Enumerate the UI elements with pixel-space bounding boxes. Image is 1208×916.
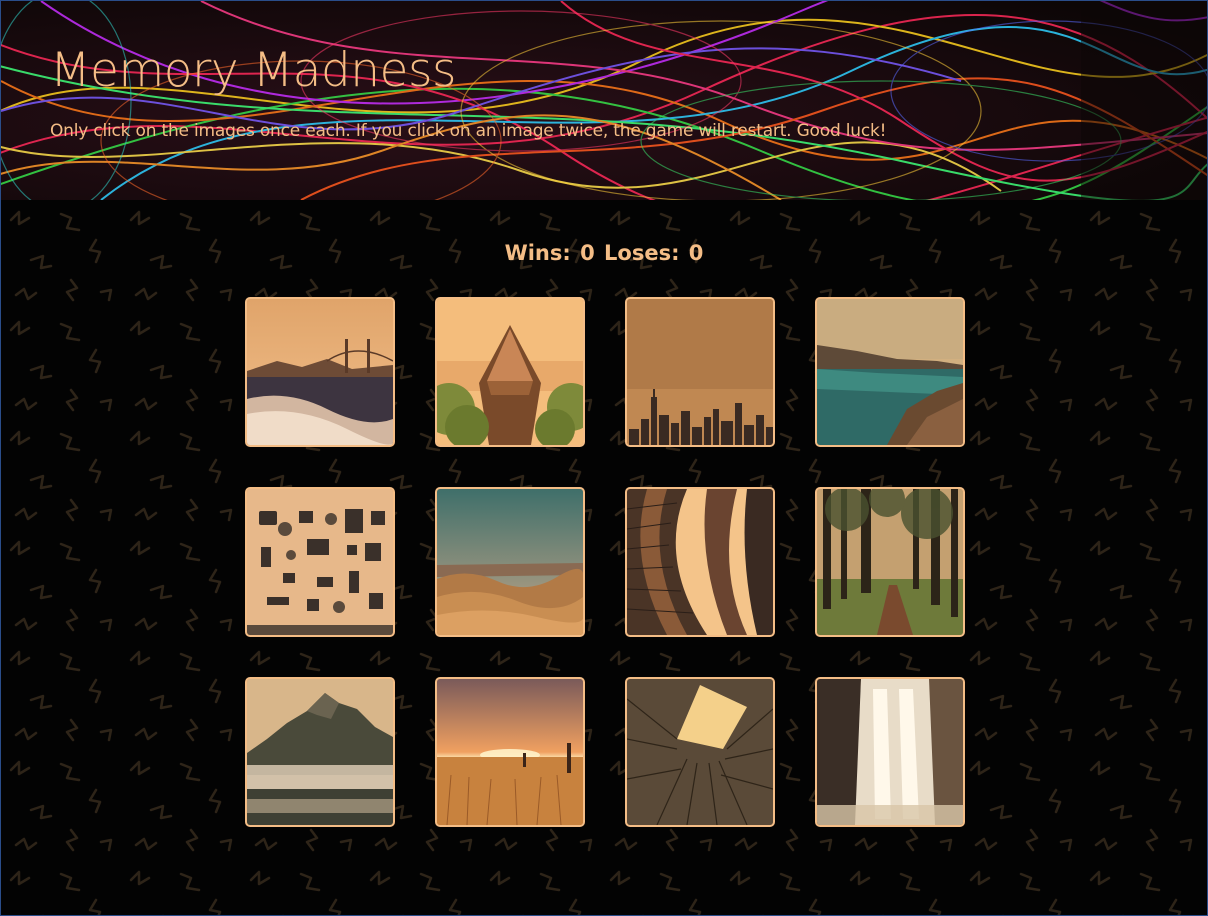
- loses-count: 0: [688, 241, 704, 265]
- wins-label: Wins:: [504, 241, 571, 265]
- sunset-field-image[interactable]: [435, 677, 585, 827]
- rocky-coast-image[interactable]: [815, 297, 965, 447]
- forest-path-image[interactable]: [815, 487, 965, 637]
- game-area: Wins: 0 Loses: 0: [1, 200, 1207, 915]
- desert-hills-image[interactable]: [435, 487, 585, 637]
- city-skyline-image[interactable]: [625, 297, 775, 447]
- flatlay-gadgets-image[interactable]: [245, 487, 395, 637]
- wins-count: 0: [580, 241, 595, 265]
- golden-gate-beach-image[interactable]: [245, 297, 395, 447]
- waterfall-image[interactable]: [815, 677, 965, 827]
- mountain-fog-image[interactable]: [245, 677, 395, 827]
- loses-label: Loses:: [604, 241, 680, 265]
- scoreboard: Wins: 0 Loses: 0: [1, 241, 1207, 265]
- canoe-bow-image[interactable]: [435, 297, 585, 447]
- building-courtyard-image[interactable]: [625, 677, 775, 827]
- page-title: Memory Madness: [50, 43, 456, 98]
- instructions-text: Only click on the images once each. If y…: [50, 121, 887, 141]
- light-trails-background: [1, 1, 1207, 200]
- library-shelves-image[interactable]: [625, 487, 775, 637]
- header-banner: Memory Madness Only click on the images …: [1, 1, 1207, 200]
- app-window: Memory Madness Only click on the images …: [0, 0, 1208, 916]
- card-grid: [245, 297, 965, 827]
